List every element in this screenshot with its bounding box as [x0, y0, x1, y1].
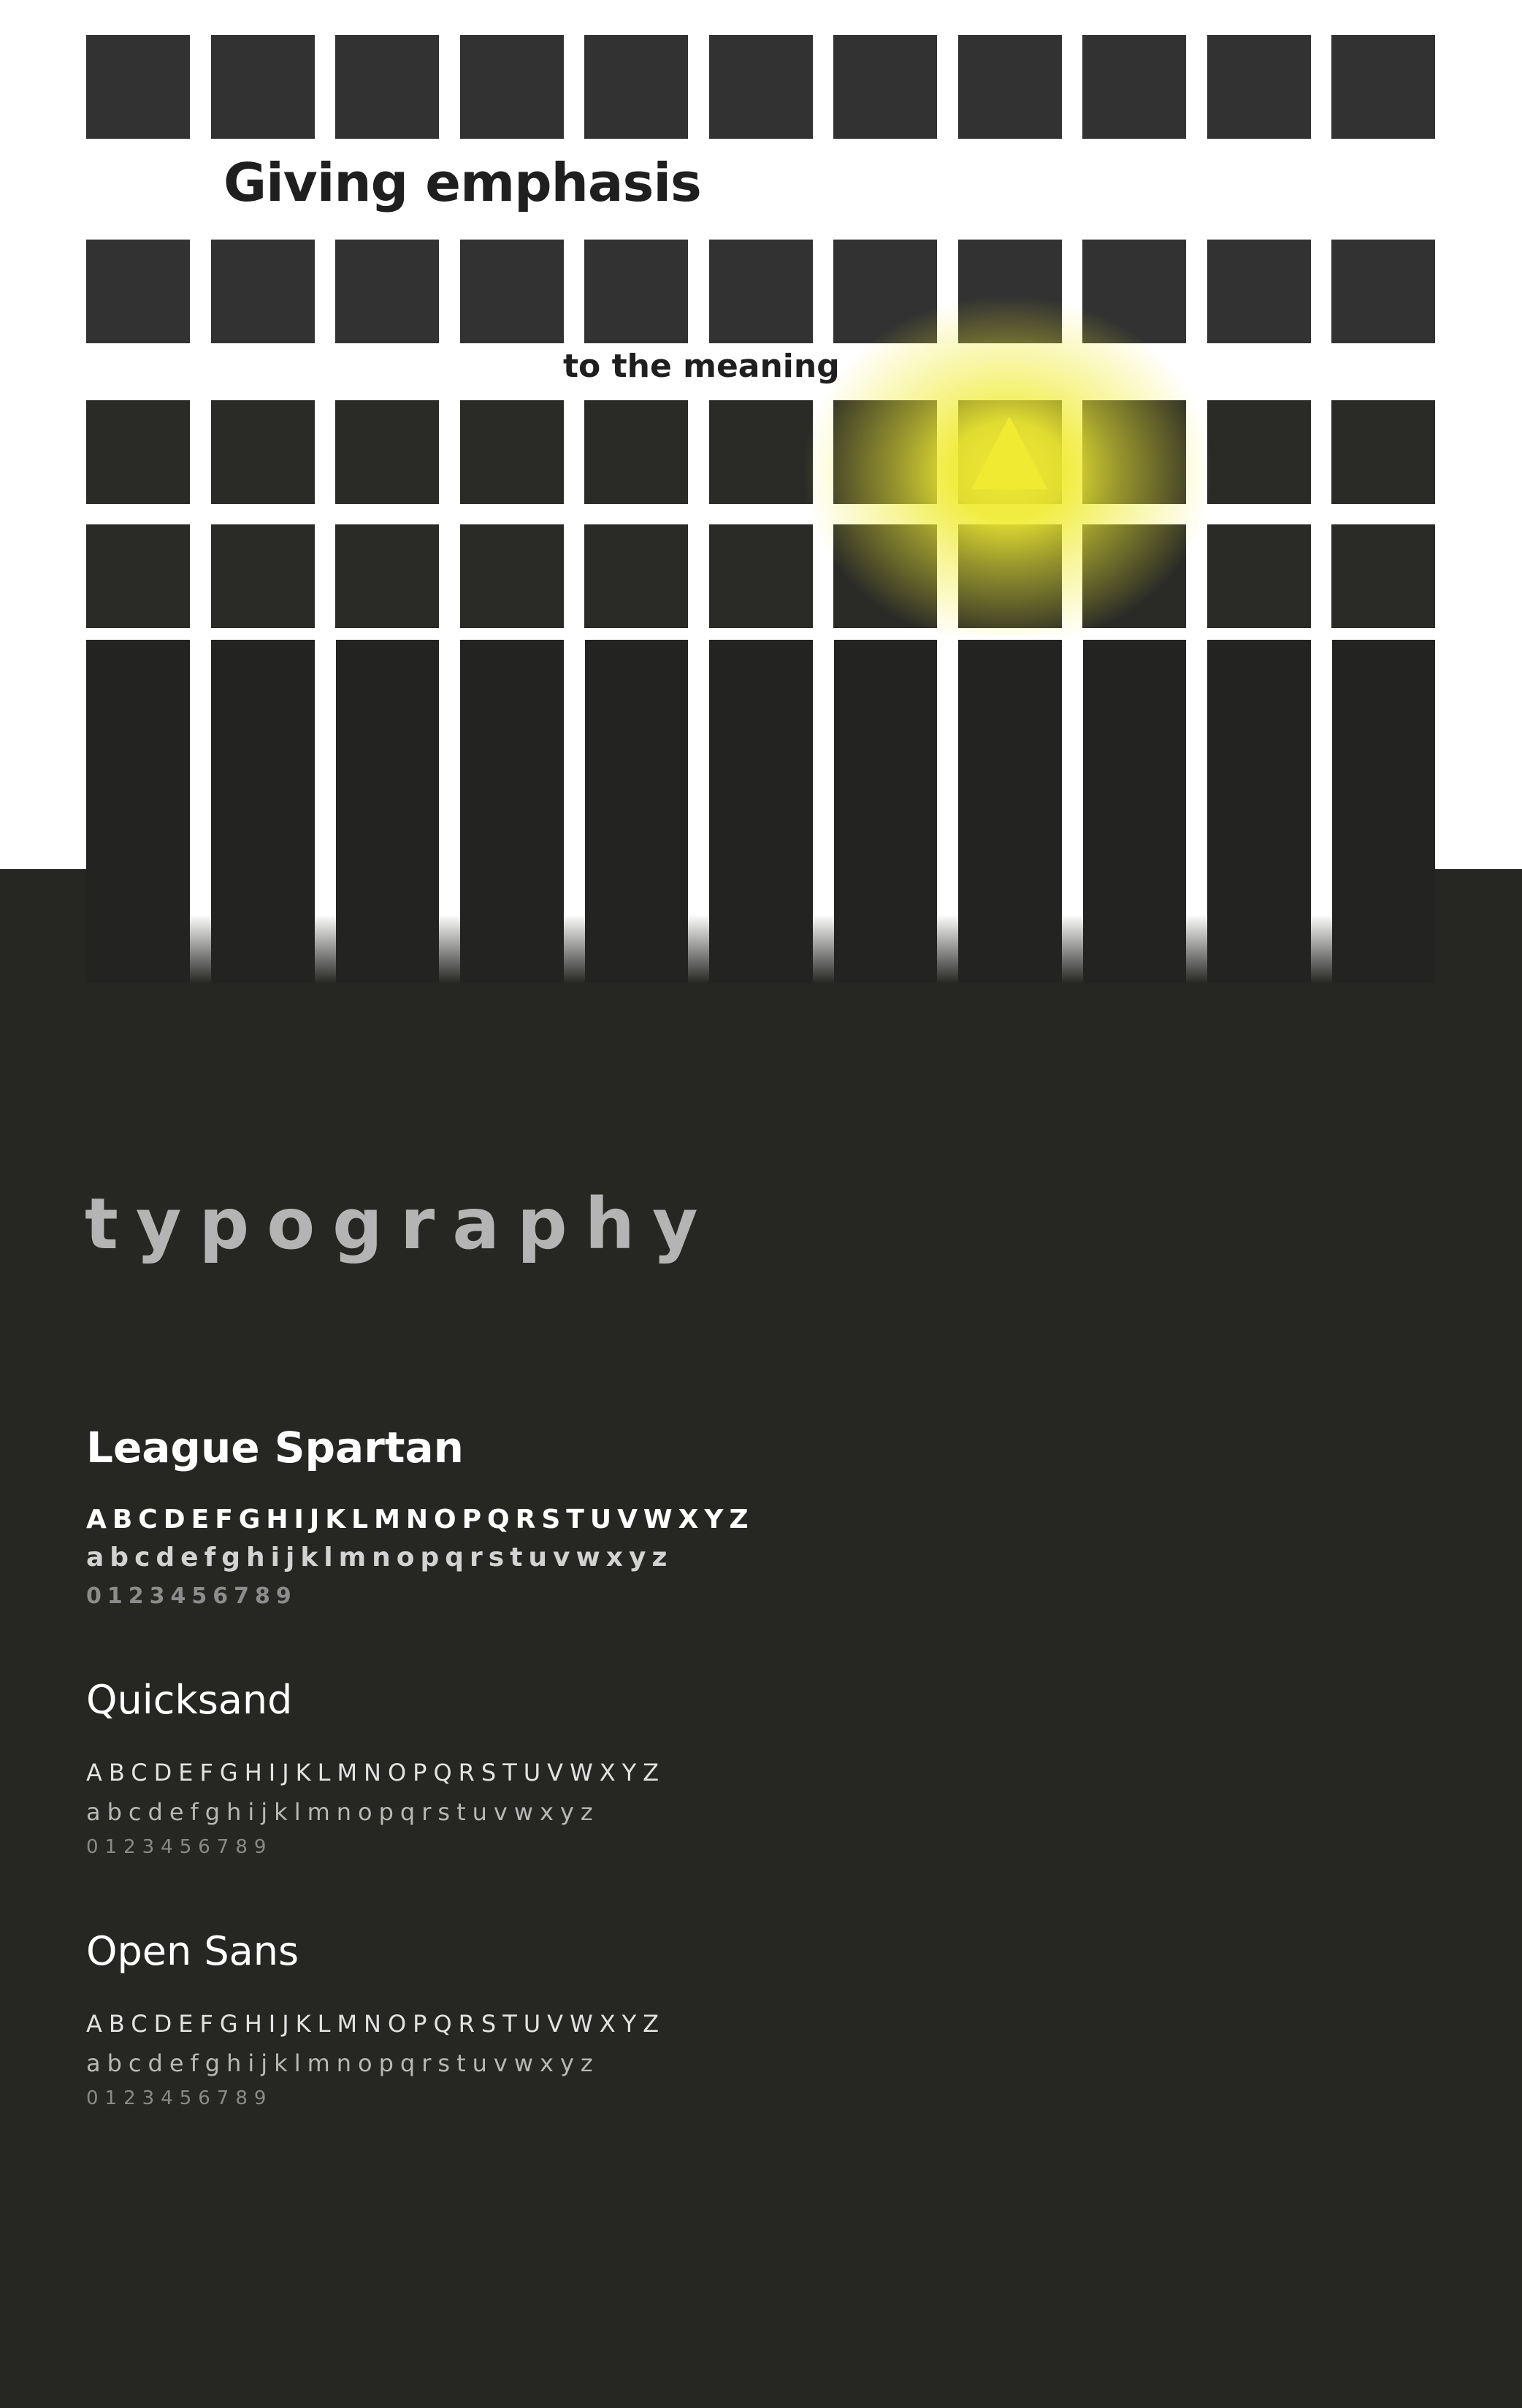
font-name-league-spartan: League Spartan [86, 1423, 464, 1472]
grid-tile [1207, 524, 1311, 628]
grid-tile [709, 524, 813, 628]
column-bar [584, 640, 688, 983]
grid-tile [709, 400, 813, 504]
triangle-up-icon [971, 416, 1047, 489]
digits-sample: 0123456789 [86, 1583, 297, 1609]
column-bar [1082, 640, 1186, 983]
grid-tile [86, 240, 190, 343]
uppercase-sample: ABCDEFGHIJKLMNOPQRSTUVWXYZ [86, 1505, 754, 1534]
grid-tile [584, 35, 688, 139]
grid-tile [958, 240, 1062, 343]
section-title: typography [85, 1183, 716, 1265]
grid-tile [86, 524, 190, 628]
gap-fade [1062, 640, 1083, 983]
grid-tile [211, 400, 315, 504]
grid-tile [833, 35, 937, 139]
column-bar [211, 640, 315, 983]
typography-panel [0, 869, 1522, 2408]
gap-fade [564, 640, 585, 983]
uppercase-sample: ABCDEFGHIJKLMNOPQRSTUVWXYZ [86, 2010, 666, 2038]
grid-tile [1207, 240, 1311, 343]
hero-subline: to the meaning [563, 348, 840, 385]
gap-fade [439, 640, 460, 983]
grid-tile [584, 400, 688, 504]
digits-sample: 0123456789 [86, 1836, 273, 1858]
grid-tile [1331, 524, 1435, 628]
font-name-quicksand: Quicksand [86, 1677, 293, 1723]
column-bar [1331, 640, 1435, 983]
grid-tile [1082, 400, 1186, 504]
uppercase-sample: ABCDEFGHIJKLMNOPQRSTUVWXYZ [86, 1759, 666, 1786]
column-bar [1207, 640, 1311, 983]
grid-tile [709, 35, 813, 139]
grid-tile [1082, 524, 1186, 628]
gap-fade [1311, 640, 1332, 983]
grid-tile [335, 400, 439, 504]
grid-tile [1082, 35, 1186, 139]
column-bar [958, 640, 1062, 983]
hero-headline: Giving emphasis [223, 152, 702, 213]
grid-tile [211, 524, 315, 628]
grid-tile [86, 400, 190, 504]
column-bar [335, 640, 439, 983]
grid-tile [86, 35, 190, 139]
grid-tile [1331, 35, 1435, 139]
gap-fade [937, 640, 958, 983]
grid-tile [1207, 35, 1311, 139]
grid-tile [335, 524, 439, 628]
column-bar [86, 640, 190, 983]
grid-tile [211, 35, 315, 139]
grid-tile [833, 400, 937, 504]
grid-tile [709, 240, 813, 343]
grid-tile [584, 240, 688, 343]
column-bar [833, 640, 937, 983]
grid-tile [460, 35, 564, 139]
grid-tile [460, 400, 564, 504]
grid-tile [958, 35, 1062, 139]
lowercase-sample: abcdefghijklmnopqrstuvwxyz [86, 1543, 673, 1572]
gap-fade [1186, 640, 1207, 983]
column-bar [709, 640, 813, 983]
gap-fade [688, 640, 709, 983]
grid-tile [460, 524, 564, 628]
gap-fade [315, 640, 336, 983]
grid-tile [1331, 400, 1435, 504]
gap-fade [813, 640, 834, 983]
grid-tile [1082, 240, 1186, 343]
grid-tile [1331, 240, 1435, 343]
grid-tile [335, 35, 439, 139]
grid-tile [335, 240, 439, 343]
gap-fade [190, 640, 211, 983]
grid-tile [958, 524, 1062, 628]
grid-tile [584, 524, 688, 628]
grid-tile [833, 240, 937, 343]
grid-tile [1207, 400, 1311, 504]
column-bar [460, 640, 564, 983]
font-name-open-sans: Open Sans [86, 1928, 299, 1974]
grid-tile [460, 240, 564, 343]
grid-tile [833, 524, 937, 628]
grid-tile [211, 240, 315, 343]
lowercase-sample: abcdefghijklmnopqrstuvwxyz [86, 2049, 600, 2077]
digits-sample: 0123456789 [86, 2087, 273, 2109]
lowercase-sample: abcdefghijklmnopqrstuvwxyz [86, 1798, 600, 1826]
